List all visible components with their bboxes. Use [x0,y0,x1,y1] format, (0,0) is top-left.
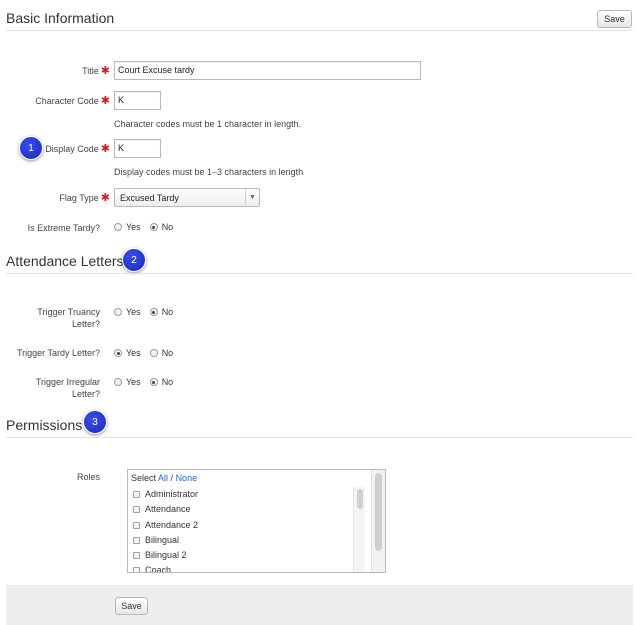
radio-label: No [161,307,174,317]
char-code-label-row: Character Code ✱ [35,95,110,107]
trigger-truancy-label-line1: Trigger Truancy [37,307,100,317]
role-checkbox[interactable] [133,490,140,498]
display-code-label: Display Code [45,144,99,154]
trigger-tardy-radios: Yes No [114,348,182,358]
section-divider [6,30,633,31]
role-label: Bilingual 2 [145,550,187,560]
char-code-hint: Character codes must be 1 character in l… [114,119,302,129]
title-label-row: Title ✱ [82,65,110,77]
extreme-tardy-label: Is Extreme Tardy? [27,223,100,233]
trigger-irregular-label-line2: Letter? [71,389,100,399]
form-footer [6,585,633,625]
roles-list[interactable]: Select All / None Administrator Attendan… [127,469,386,573]
list-item[interactable]: Attendance [133,504,191,514]
display-code-hint: Display codes must be 1–3 characters in … [114,167,304,177]
required-asterisk-icon: ✱ [100,143,110,155]
step-badge-2: 2 [122,248,146,272]
section-divider [6,273,633,274]
radio-label: Yes [126,307,141,317]
select-all-link[interactable]: All [158,473,168,483]
trigger-truancy-no-radio[interactable] [149,308,158,316]
role-label: Administrator [145,489,199,499]
list-item[interactable]: Bilingual 2 [133,550,187,560]
list-item[interactable]: Coach [133,565,172,573]
role-label: Coach [145,565,172,573]
attendance-letters-heading: Attendance Letters [6,253,124,269]
roles-select-header: Select All / None [131,473,197,483]
trigger-tardy-yes-radio[interactable] [114,349,122,357]
radio-label: Yes [126,222,141,232]
list-item[interactable]: Attendance 2 [133,520,198,530]
char-code-label: Character Code [35,96,99,106]
list-item[interactable]: Administrator [133,489,198,499]
section-divider [6,437,633,438]
trigger-irregular-radios: Yes No [114,377,182,387]
roles-scrollbar[interactable] [371,470,385,572]
radio-label: Yes [126,348,141,358]
radio-label: No [161,222,174,232]
role-checkbox[interactable] [133,551,140,559]
display-code-label-row: Display Code ✱ [45,143,110,155]
list-item[interactable]: Bilingual [133,535,179,545]
radio-label: No [161,348,174,358]
trigger-tardy-label: Trigger Tardy Letter? [16,348,100,358]
flag-type-label: Flag Type [59,193,99,203]
roles-label: Roles [76,472,100,482]
required-asterisk-icon: ✱ [100,192,110,204]
title-label: Title [82,66,99,76]
trigger-irregular-label-line1: Trigger Irregular [35,377,100,387]
inner-scrollbar[interactable] [353,487,365,572]
select-prefix: Select [131,473,159,483]
display-code-input[interactable]: K [114,139,161,158]
roles-scrollbar-thumb[interactable] [375,473,382,551]
extreme-tardy-radios: Yes No [114,222,182,232]
select-none-link[interactable]: None [176,473,198,483]
select-separator: / [168,473,176,483]
flag-type-label-row: Flag Type ✱ [59,192,110,204]
trigger-truancy-label-line2: Letter? [71,319,100,329]
radio-label: No [161,377,174,387]
required-asterisk-icon: ✱ [100,95,110,107]
footer-save-button[interactable]: Save [115,597,148,615]
basic-information-heading: Basic Information [6,10,115,26]
role-label: Attendance [145,504,191,514]
char-code-input[interactable]: K [114,91,161,110]
trigger-truancy-label: Trigger Truancy Letter? [37,306,100,330]
role-label: Attendance 2 [145,520,199,530]
step-badge-3: 3 [83,410,107,434]
role-checkbox[interactable] [133,536,140,544]
role-label: Bilingual [145,535,180,545]
trigger-irregular-no-radio[interactable] [149,378,158,386]
flag-type-select[interactable]: Excused Tardy ▼ [114,188,260,207]
header-save-button[interactable]: Save [597,10,632,28]
required-asterisk-icon: ✱ [100,65,110,77]
inner-scrollbar-thumb[interactable] [357,489,363,509]
trigger-truancy-yes-radio[interactable] [114,308,122,316]
title-input[interactable]: Court Excuse tardy [114,61,421,80]
extreme-tardy-no-radio[interactable] [149,223,158,231]
trigger-irregular-label: Trigger Irregular Letter? [36,376,100,400]
extreme-tardy-yes-radio[interactable] [114,223,122,231]
role-checkbox[interactable] [133,566,140,572]
flag-type-value: Excused Tardy [120,193,179,203]
role-checkbox[interactable] [133,505,140,513]
permissions-heading: Permissions [6,417,83,433]
radio-label: Yes [126,377,141,387]
trigger-irregular-yes-radio[interactable] [114,378,122,386]
step-badge-1: 1 [19,136,43,160]
chevron-down-icon: ▼ [245,189,259,206]
trigger-truancy-radios: Yes No [114,307,182,317]
role-checkbox[interactable] [133,521,140,529]
trigger-tardy-no-radio[interactable] [149,349,158,357]
